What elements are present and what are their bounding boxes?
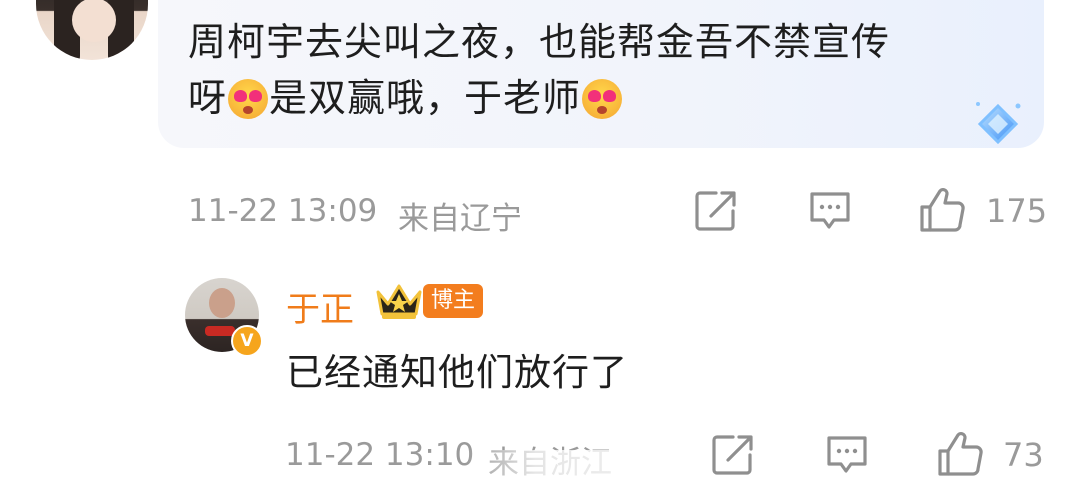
comment-location: 来自辽宁: [398, 201, 522, 237]
watermark: [465, 450, 665, 499]
share-icon[interactable]: [694, 189, 738, 233]
share-icon[interactable]: [711, 433, 755, 477]
heart-eyes-emoji-icon: [582, 79, 623, 119]
reply-time: 11-22 13:10: [285, 437, 475, 473]
reply-like-count: 73: [1003, 436, 1044, 474]
thumbs-up-icon[interactable]: [936, 431, 984, 477]
comment-icon[interactable]: [825, 434, 869, 476]
reply-text: 已经通知他们放行了: [286, 351, 628, 394]
blogger-badge: 博主: [423, 284, 484, 318]
comment-thread: 周柯宇去尖叫之夜，也能帮金吾不禁宣传 呀是双赢哦，于老师 11-22 13:09…: [0, 0, 1080, 499]
comment-icon[interactable]: [808, 190, 852, 232]
comment-time: 11-22 13:09: [188, 193, 378, 229]
verified-badge: V: [231, 325, 263, 357]
commenter-avatar[interactable]: [36, 0, 148, 60]
diamond-badge-icon: [976, 102, 1021, 145]
crown-icon: [376, 284, 422, 319]
like-count: 175: [986, 192, 1048, 230]
comment-text: 周柯宇去尖叫之夜，也能帮金吾不禁宣传 呀是双赢哦，于老师: [188, 14, 1008, 126]
comment-text-line1: 周柯宇去尖叫之夜，也能帮金吾不禁宣传: [188, 20, 891, 64]
reply-username[interactable]: 于正: [286, 282, 354, 331]
comment-bubble: 周柯宇去尖叫之夜，也能帮金吾不禁宣传 呀是双赢哦，于老师: [158, 0, 1044, 148]
heart-eyes-emoji-icon: [228, 79, 269, 119]
comment-text-line2: 呀是双赢哦，于老师: [188, 70, 1008, 126]
thumbs-up-icon[interactable]: [918, 187, 966, 233]
